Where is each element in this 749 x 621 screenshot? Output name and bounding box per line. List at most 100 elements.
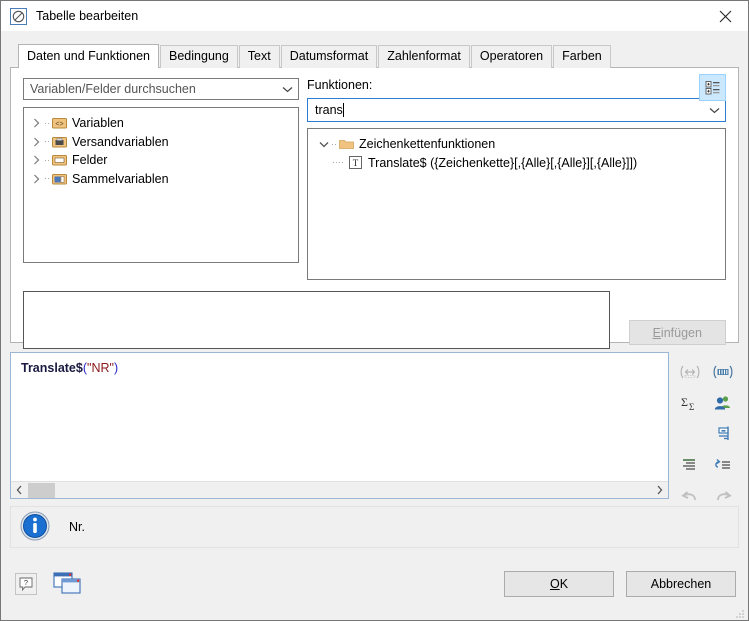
dialog-button-bar: ? OK Abbrechen xyxy=(1,548,748,620)
tab-bar: Daten und Funktionen Bedingung Text Datu… xyxy=(1,44,748,68)
function-search-input[interactable]: trans xyxy=(315,103,343,117)
angle-brackets-folder-icon: <> xyxy=(50,117,68,129)
indent-icon[interactable] xyxy=(706,418,739,449)
expand-all-icon[interactable] xyxy=(699,74,726,101)
insert-accel: E xyxy=(652,325,661,340)
insert-label-rest: infügen xyxy=(660,325,702,340)
tree-item-label: Versandvariablen xyxy=(72,134,169,149)
folder-icon xyxy=(337,138,355,150)
cascade-windows-icon[interactable] xyxy=(51,569,85,599)
formula-text[interactable]: Translate$("NR") xyxy=(11,353,668,481)
help-icon[interactable]: ? xyxy=(15,573,37,595)
tree-item-label: Zeichenkettenfunktionen xyxy=(359,137,496,152)
tab-label: Bedingung xyxy=(169,49,229,63)
variable-search-combo[interactable]: Variablen/Felder durchsuchen xyxy=(23,78,299,100)
formula-horizontal-scrollbar[interactable] xyxy=(11,481,668,498)
formula-editor[interactable]: Translate$("NR") xyxy=(10,352,669,499)
insert-field-icon xyxy=(673,356,706,387)
svg-text:?: ? xyxy=(24,578,28,587)
tree-item-label: Felder xyxy=(72,153,108,168)
resize-grip-icon[interactable] xyxy=(735,608,745,618)
tree-item-versandvariablen[interactable]: ·· Versandvariablen xyxy=(29,133,295,152)
tree-item-variablen[interactable]: ·· <> Variablen xyxy=(29,114,295,133)
chevron-right-icon[interactable] xyxy=(29,118,44,128)
tab-label: Daten und Funktionen xyxy=(27,49,151,63)
info-icon xyxy=(20,511,50,544)
tree-item-label: Sammelvariablen xyxy=(72,171,169,186)
text-type-icon: T xyxy=(346,156,364,170)
svg-text:T: T xyxy=(352,158,358,168)
functions-label: Funktionen: xyxy=(307,78,373,92)
cancel-button[interactable]: Abbrechen xyxy=(626,571,736,597)
users-icon[interactable] xyxy=(706,387,739,418)
align-right-wrap-icon xyxy=(673,418,706,449)
formula-token-string: "NR" xyxy=(87,361,114,375)
table-edit-icon xyxy=(10,7,27,25)
cancel-button-label: Abbrechen xyxy=(650,577,712,591)
collection-folder-icon xyxy=(50,173,68,185)
window-title: Tabelle bearbeiten xyxy=(36,9,139,23)
functions-tree[interactable]: ·· Zeichenkettenfunktionen ···· T Transl… xyxy=(307,128,726,280)
tab-zahlenformat[interactable]: Zahlenformat xyxy=(378,45,470,68)
tab-daten-und-funktionen[interactable]: Daten und Funktionen xyxy=(18,44,160,68)
function-search-combo[interactable]: trans xyxy=(307,98,726,122)
scrollbar-track[interactable] xyxy=(55,483,651,498)
variables-pane: Variablen/Felder durchsuchen ·· <> Varia… xyxy=(23,78,299,280)
parameter-input[interactable] xyxy=(23,291,610,349)
field-folder-icon xyxy=(50,154,68,166)
functions-pane: Funktionen: trans ·· Zeichenkettenfunkti… xyxy=(307,74,726,280)
variables-tree[interactable]: ·· <> Variablen ·· Versandvariablen ·· F… xyxy=(23,107,299,263)
ok-button[interactable]: OK xyxy=(504,571,614,597)
tree-item-felder[interactable]: ·· Felder xyxy=(29,151,295,170)
tree-item-zeichenkettenfunktionen[interactable]: ·· Zeichenkettenfunktionen xyxy=(316,135,721,154)
status-text: Nr. xyxy=(69,520,85,534)
tab-farben[interactable]: Farben xyxy=(553,45,611,68)
insert-button-label: Einfügen xyxy=(653,326,702,340)
chevron-left-icon[interactable] xyxy=(11,482,28,499)
formula-tool-palette: Σ Σ xyxy=(669,352,739,500)
insert-barcode-icon[interactable] xyxy=(706,356,739,387)
tab-page-daten-und-funktionen: Variablen/Felder durchsuchen ·· <> Varia… xyxy=(10,67,739,349)
close-icon[interactable] xyxy=(702,1,748,31)
sort-reset-icon[interactable] xyxy=(706,449,739,480)
tab-label: Text xyxy=(247,49,271,63)
variable-search-input[interactable]: Variablen/Felder durchsuchen xyxy=(30,82,279,96)
status-bar: Nr. xyxy=(10,506,739,548)
chevron-right-icon[interactable] xyxy=(651,482,668,499)
parameter-row: Einfügen xyxy=(23,291,726,349)
chevron-down-icon[interactable] xyxy=(279,86,296,93)
chevron-right-icon[interactable] xyxy=(29,137,44,147)
svg-text:<>: <> xyxy=(55,121,63,128)
tab-label: Operatoren xyxy=(479,49,544,63)
tree-item-translate-function[interactable]: ···· T Translate$ ({Zeichenkette}[,{Alle… xyxy=(316,154,721,173)
tab-label: Datumsformat xyxy=(289,49,369,63)
ok-rest: K xyxy=(559,577,569,591)
tab-operatoren[interactable]: Operatoren xyxy=(470,45,553,68)
formula-token-function: Translate$ xyxy=(21,361,83,375)
dialog-window: Tabelle bearbeiten Daten und Funktionen … xyxy=(0,0,749,621)
scrollbar-thumb[interactable] xyxy=(28,482,55,498)
chevron-right-icon[interactable] xyxy=(29,174,44,184)
printer-folder-icon xyxy=(50,136,68,148)
tree-item-label: Translate$ ({Zeichenkette}[,{Alle}[,{All… xyxy=(368,155,638,170)
tab-label: Zahlenformat xyxy=(387,49,461,63)
ok-button-label: OK xyxy=(550,577,568,591)
tree-item-sammelvariablen[interactable]: ·· Sammelvariablen xyxy=(29,170,295,189)
tab-text[interactable]: Text xyxy=(238,45,280,68)
sort-lines-icon[interactable] xyxy=(673,449,706,480)
chevron-down-icon[interactable] xyxy=(706,107,723,114)
sum-function-icon[interactable]: Σ Σ xyxy=(673,387,706,418)
svg-text:Σ: Σ xyxy=(689,402,694,412)
ok-accel: O xyxy=(549,577,560,591)
tab-label: Farben xyxy=(562,49,602,63)
tab-bedingung[interactable]: Bedingung xyxy=(160,45,238,68)
chevron-down-icon[interactable] xyxy=(316,141,331,148)
tree-item-label: Variablen xyxy=(72,116,124,131)
svg-text:Σ: Σ xyxy=(681,395,688,409)
chevron-right-icon[interactable] xyxy=(29,155,44,165)
tab-datumsformat[interactable]: Datumsformat xyxy=(280,45,378,68)
title-bar: Tabelle bearbeiten xyxy=(1,1,748,32)
tree-connector: ···· xyxy=(332,157,344,168)
text-caret xyxy=(342,103,344,117)
formula-token-close-paren: ) xyxy=(113,361,119,375)
